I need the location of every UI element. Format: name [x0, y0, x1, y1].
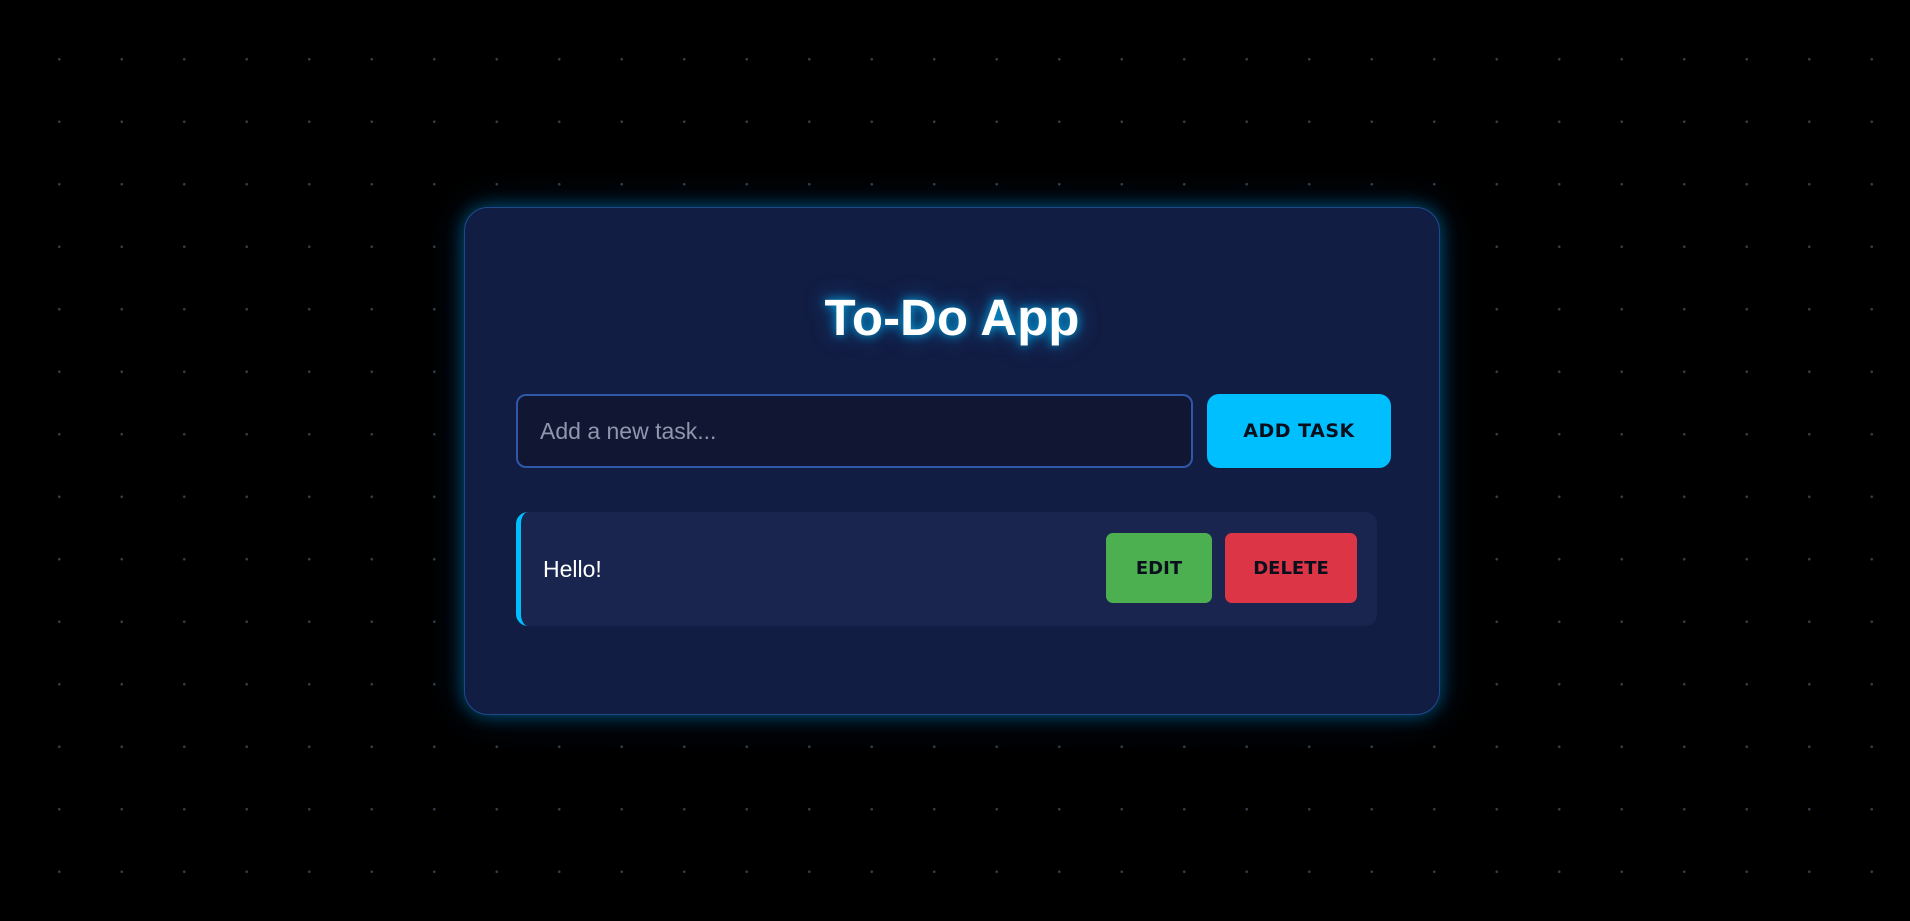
todo-card: To-Do App ADD TASK Hello! EDIT DELETE — [464, 207, 1440, 715]
delete-task-button[interactable]: DELETE — [1225, 533, 1357, 603]
page-background: { "app": { "title": "To-Do App" }, "inpu… — [0, 0, 1910, 921]
app-title: To-Do App — [824, 289, 1080, 346]
add-task-button[interactable]: ADD TASK — [1207, 394, 1391, 468]
edit-task-button[interactable]: EDIT — [1106, 533, 1212, 603]
task-text: Hello! — [543, 556, 602, 582]
task-item: Hello! EDIT DELETE — [516, 512, 1377, 626]
new-task-input[interactable] — [516, 394, 1193, 468]
